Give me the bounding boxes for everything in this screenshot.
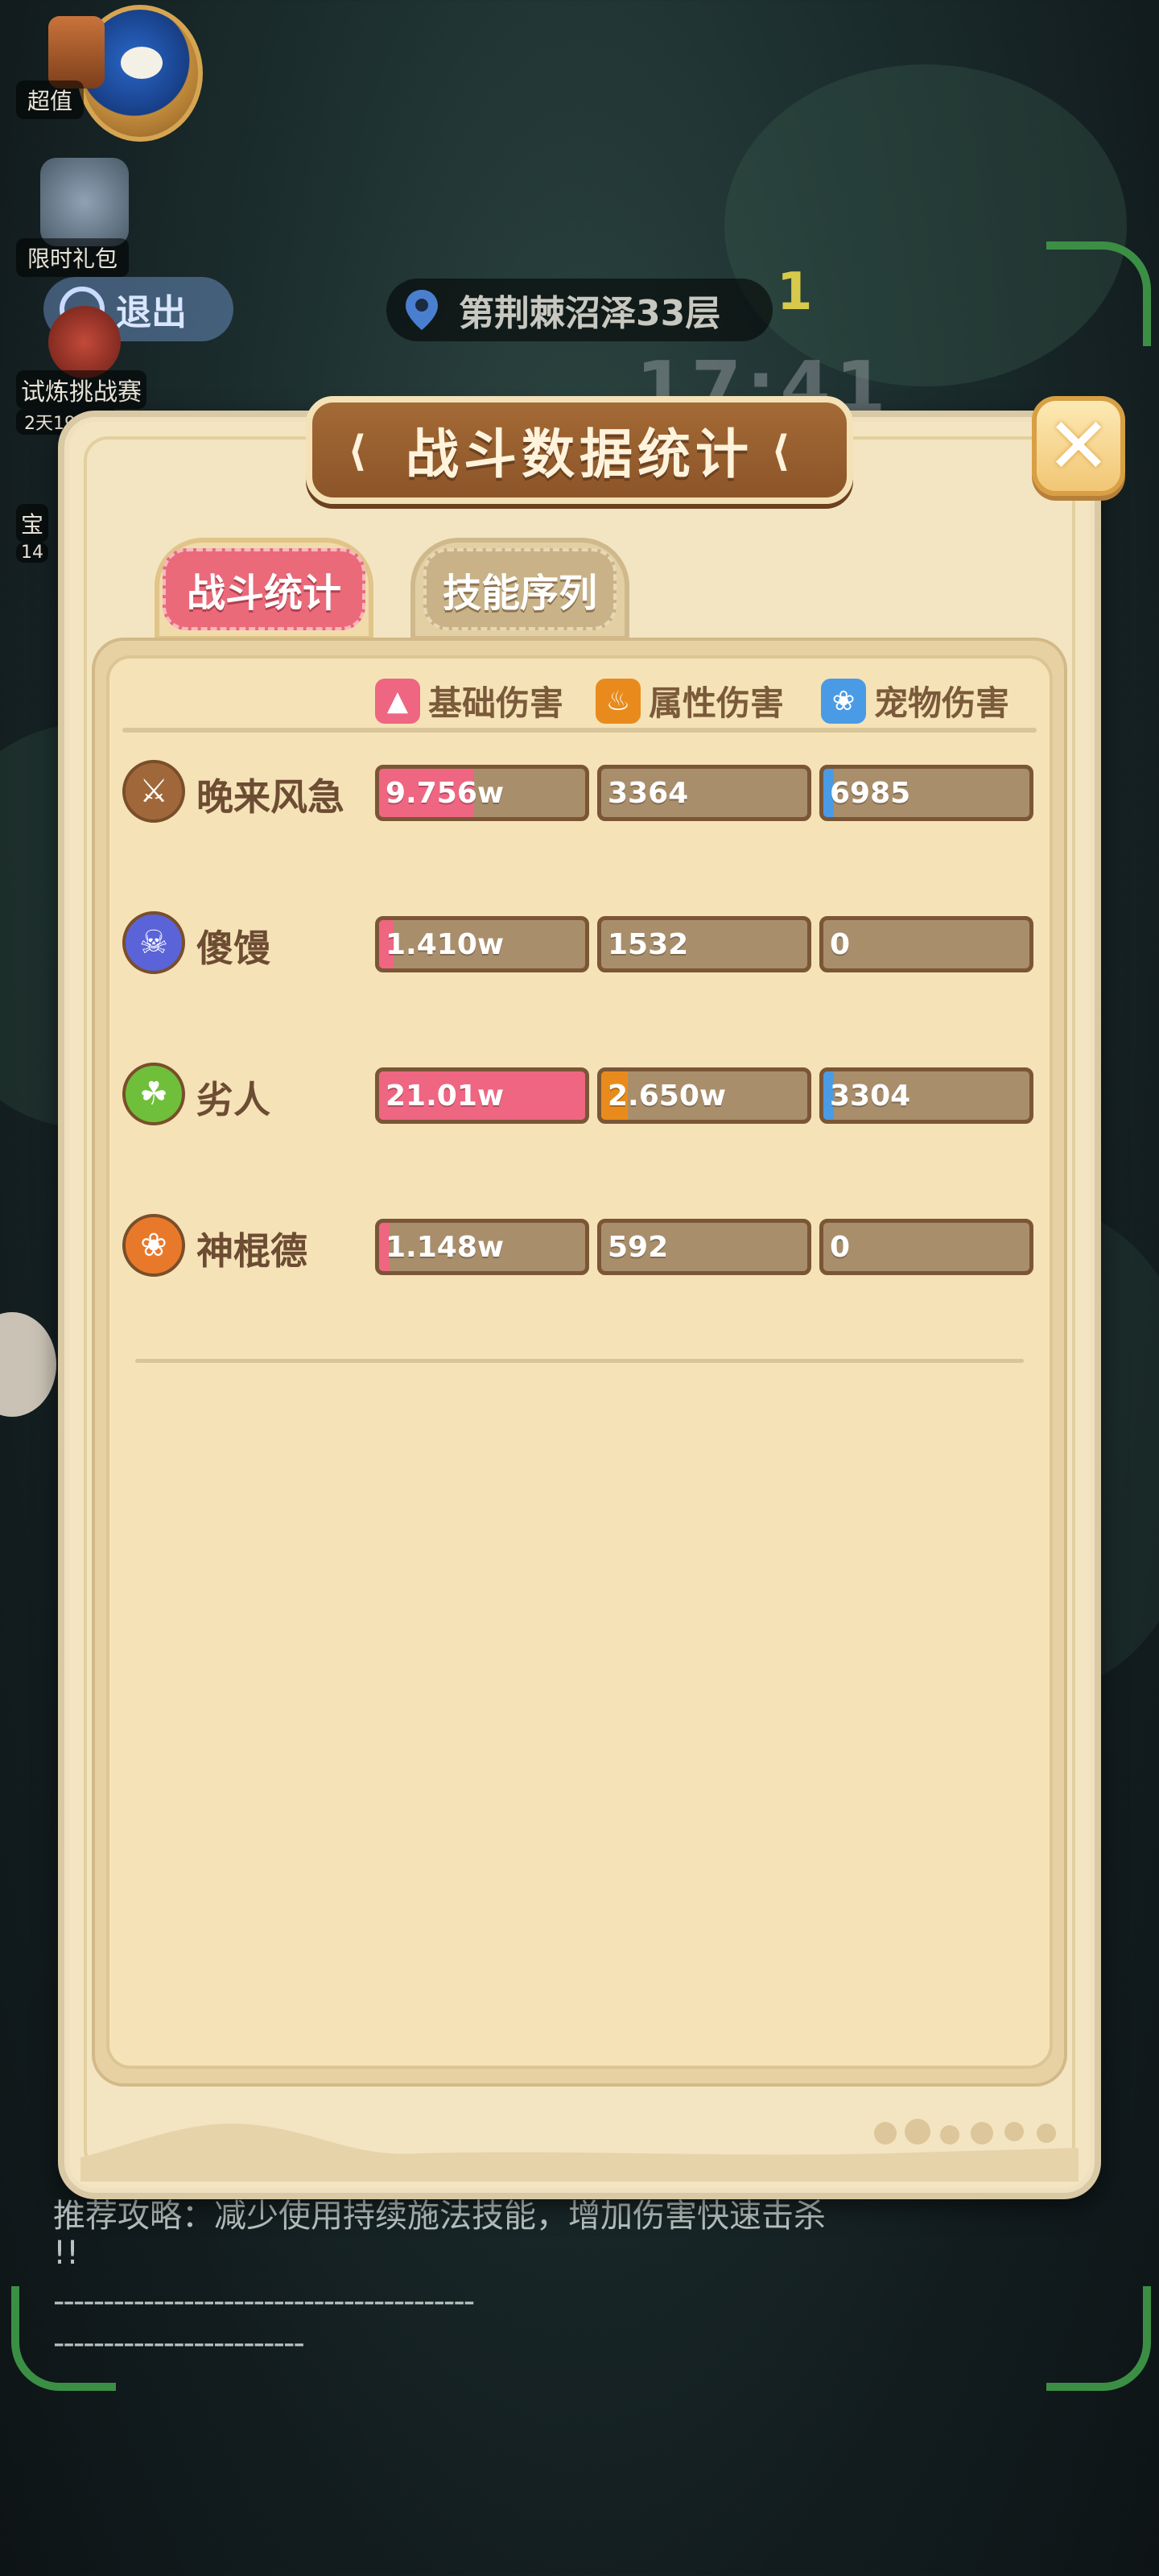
legend-pet-damage: ❀ 宠物伤害 bbox=[821, 676, 1009, 725]
modal-title-banner: ⟨ 战斗数据统计 ⟨ bbox=[306, 396, 853, 504]
side-scroll-handle[interactable] bbox=[0, 1312, 56, 1417]
demon-icon bbox=[48, 306, 121, 378]
banner-swirl-left-icon: ⟨ bbox=[348, 427, 367, 476]
bar-value: 0 bbox=[830, 1231, 851, 1264]
legend-base-damage: ▲ 基础伤害 bbox=[375, 676, 563, 725]
side-item-timer: 14 bbox=[16, 543, 48, 563]
skull-icon: ☠ bbox=[122, 911, 185, 974]
modal-title: 战斗数据统计 bbox=[406, 423, 753, 485]
banner-swirl-right-icon: ⟨ bbox=[771, 427, 790, 476]
base-damage-bar: 1.410w bbox=[375, 916, 589, 972]
close-button[interactable]: ✕ bbox=[1032, 396, 1125, 496]
tab-battle-stats[interactable]: 战斗统计 bbox=[155, 538, 373, 641]
element-damage-bar: 592 bbox=[597, 1219, 811, 1275]
bar-value: 3304 bbox=[830, 1080, 911, 1113]
bar-value: 1532 bbox=[608, 928, 689, 961]
base-damage-bar: 21.01w bbox=[375, 1067, 589, 1124]
player-row: ☠ 傻馒 1.410w 1532 0 bbox=[122, 903, 1040, 984]
rows-end-divider bbox=[135, 1359, 1024, 1363]
vine-icon: ☘ bbox=[122, 1063, 185, 1125]
owl-gift-icon bbox=[40, 158, 129, 246]
side-item-value-pack[interactable]: 超值 bbox=[16, 16, 161, 119]
pet-damage-bar: 0 bbox=[819, 1219, 1033, 1275]
player-name: 神棍德 bbox=[196, 1229, 307, 1273]
legend-label: 宠物伤害 bbox=[874, 683, 1010, 723]
tips-text: !! bbox=[53, 2235, 80, 2272]
paw-icon: ❀ bbox=[122, 1214, 185, 1277]
tab-skill-sequence[interactable]: 技能序列 bbox=[410, 538, 629, 641]
footer-hills-decoration bbox=[80, 2119, 1079, 2182]
location-pill: 第荆棘沼泽33层 bbox=[386, 279, 773, 341]
base-damage-bar: 1.148w bbox=[375, 1219, 589, 1275]
bar-value: 592 bbox=[608, 1231, 669, 1264]
person-icon: ▲ bbox=[375, 678, 420, 724]
tab-label: 战斗统计 bbox=[162, 548, 365, 630]
frame-corner bbox=[1046, 2286, 1151, 2391]
bar-value: 3364 bbox=[608, 777, 689, 810]
location-pin-icon bbox=[406, 290, 438, 330]
player-name: 傻馒 bbox=[196, 927, 270, 970]
player-row: ❀ 神棍德 1.148w 592 0 bbox=[122, 1206, 1040, 1286]
stage-number: 1 bbox=[777, 262, 813, 322]
player-name: 劣人 bbox=[196, 1078, 270, 1121]
base-damage-bar: 9.756w bbox=[375, 765, 589, 821]
player-row: ☘ 劣人 21.01w 2.650w 3304 bbox=[122, 1055, 1040, 1135]
pet-damage-bar: 6985 bbox=[819, 765, 1033, 821]
header-divider bbox=[122, 728, 1037, 733]
bar-value: 1.148w bbox=[386, 1231, 505, 1264]
legend-label: 基础伤害 bbox=[428, 683, 564, 723]
element-damage-bar: 1532 bbox=[597, 916, 811, 972]
side-item-limited-gift[interactable]: 限时礼包 bbox=[16, 158, 161, 277]
bar-value: 21.01w bbox=[386, 1080, 505, 1113]
player-name: 晚来风急 bbox=[196, 775, 344, 819]
side-item-label: 限时礼包 bbox=[16, 238, 130, 277]
crossed-swords-icon: ⚔ bbox=[122, 760, 185, 823]
side-item-label: 超值 bbox=[16, 80, 85, 119]
tips-divider: ------------------------- bbox=[53, 2325, 305, 2362]
bar-value: 6985 bbox=[830, 777, 911, 810]
bar-value: 1.410w bbox=[386, 928, 505, 961]
tips-divider: ----------------------------------------… bbox=[53, 2283, 475, 2320]
legend-element-damage: ♨ 属性伤害 bbox=[596, 676, 784, 725]
paw-icon: ❀ bbox=[821, 678, 866, 724]
element-damage-bar: 3364 bbox=[597, 765, 811, 821]
side-item-label: 宝 bbox=[16, 504, 49, 543]
fire-icon: ♨ bbox=[596, 678, 641, 724]
legend-label: 属性伤害 bbox=[649, 683, 785, 723]
location-label: 第荆棘沼泽33层 bbox=[459, 293, 721, 334]
element-damage-bar: 2.650w bbox=[597, 1067, 811, 1124]
bar-value: 9.756w bbox=[386, 777, 505, 810]
pet-damage-bar: 3304 bbox=[819, 1067, 1033, 1124]
bar-value: 2.650w bbox=[608, 1080, 727, 1113]
tab-label: 技能序列 bbox=[423, 548, 617, 630]
close-icon: ✕ bbox=[1046, 401, 1112, 491]
bar-value: 0 bbox=[830, 928, 851, 961]
frame-corner bbox=[1046, 242, 1151, 346]
pet-damage-bar: 0 bbox=[819, 916, 1033, 972]
side-item-label: 试炼挑战赛 bbox=[16, 370, 146, 409]
player-row: ⚔ 晚来风急 9.756w 3364 6985 bbox=[122, 752, 1040, 832]
gift-icon bbox=[48, 16, 105, 89]
